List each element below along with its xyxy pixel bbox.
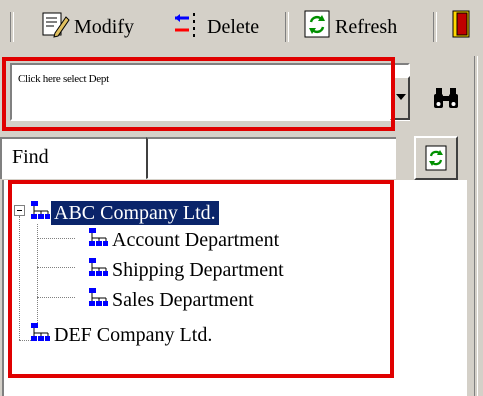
collapse-toggle[interactable] — [14, 205, 25, 216]
tree-node-label: Sales Department — [112, 289, 254, 311]
refresh-label: Refresh — [335, 15, 398, 38]
tree-node-company[interactable]: ABC Company Ltd. — [29, 199, 219, 227]
toolbar-separator — [10, 12, 14, 42]
tree-connector — [19, 216, 20, 340]
tree-connector — [37, 238, 75, 239]
tree-node-company[interactable]: DEF Company Ltd. — [29, 321, 215, 349]
toolbar-separator — [285, 12, 289, 42]
binoculars-icon — [431, 88, 461, 115]
org-chart-icon — [87, 286, 109, 314]
tree-connector — [37, 224, 38, 327]
tree-node-department[interactable]: Shipping Department — [87, 256, 287, 284]
modify-label: Modify — [74, 15, 134, 38]
refresh-icon — [424, 144, 448, 177]
dept-tree[interactable]: ABC Company Ltd. Account Department Ship… — [2, 180, 467, 396]
refresh-icon — [303, 9, 331, 45]
find-input[interactable] — [146, 137, 396, 179]
tree-connector — [37, 267, 75, 268]
delete-icon — [173, 9, 203, 45]
tree-node-department[interactable]: Sales Department — [87, 286, 257, 314]
toolbar: Modify Delete Refresh — [0, 0, 483, 56]
tree-node-label: Shipping Department — [112, 259, 284, 281]
modify-button[interactable]: Modify — [40, 10, 134, 44]
find-dept-button[interactable] — [431, 85, 461, 111]
delete-label: Delete — [207, 15, 260, 38]
exit-button[interactable] — [450, 10, 472, 44]
refresh-button[interactable]: Refresh — [303, 10, 397, 44]
dept-dropdown-button[interactable] — [390, 76, 410, 120]
panel-splitter[interactable] — [474, 56, 478, 396]
exit-icon — [450, 9, 472, 45]
modify-icon — [40, 9, 70, 45]
find-label: Find — [0, 137, 146, 179]
toolbar-separator — [433, 12, 437, 42]
tree-node-label: Account Department — [112, 229, 280, 251]
org-chart-icon — [29, 199, 51, 227]
org-chart-icon — [87, 226, 109, 254]
chevron-down-icon — [396, 94, 406, 100]
tree-node-department[interactable]: Account Department — [87, 226, 282, 254]
find-refresh-button[interactable] — [414, 136, 458, 180]
tree-node-label: DEF Company Ltd. — [54, 324, 213, 346]
org-chart-icon — [29, 321, 51, 349]
tree-node-label: ABC Company Ltd. — [51, 201, 219, 225]
tree-connector — [37, 297, 75, 298]
dept-select-value: Click here select Dept — [18, 73, 109, 85]
delete-button[interactable]: Delete — [173, 10, 259, 44]
org-chart-icon — [87, 256, 109, 284]
dept-select[interactable]: Click here select Dept — [10, 63, 410, 121]
